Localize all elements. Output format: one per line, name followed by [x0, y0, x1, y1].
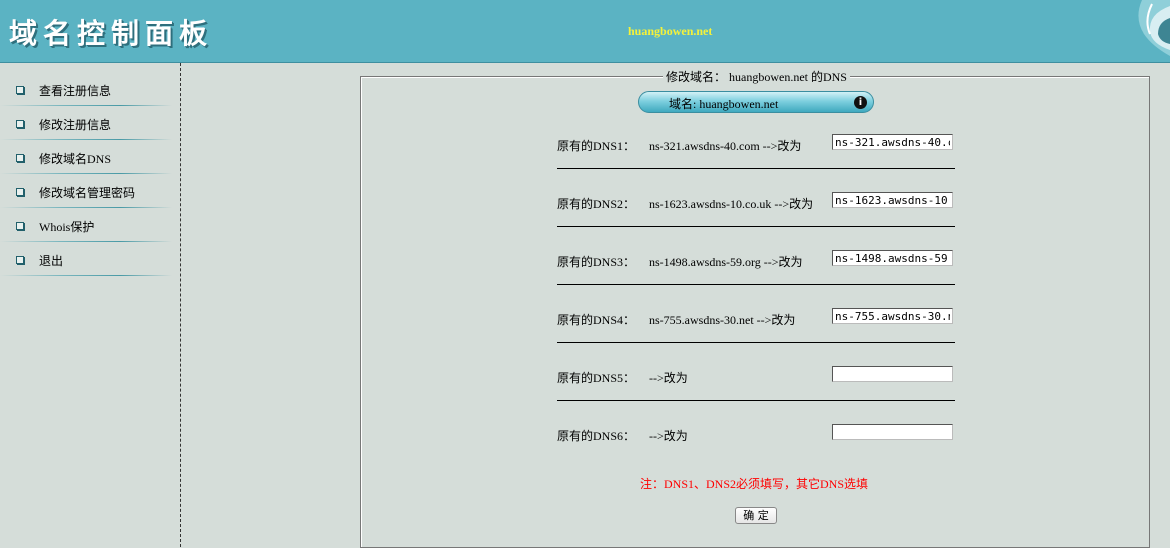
sidebar-item-label: 修改注册信息	[39, 118, 112, 132]
dns-old-value: ns-321.awsdns-40.com -->改为	[649, 139, 802, 153]
dns-old-value: -->改为	[649, 371, 688, 385]
sidebar-item-label: 查看注册信息	[39, 84, 112, 98]
dns-row-4: 原有的DNS4： ns-755.awsdns-30.net -->改为	[557, 308, 955, 369]
dns-label: 原有的DNS2：	[557, 197, 636, 211]
confirm-button[interactable]: 确 定	[735, 507, 777, 524]
square-bullet-icon	[16, 120, 24, 128]
dns-row-5: 原有的DNS5： -->改为	[557, 366, 955, 427]
dns-label: 原有的DNS1：	[557, 139, 636, 153]
dns1-input[interactable]	[832, 134, 953, 150]
square-bullet-icon	[16, 256, 24, 264]
dns4-input[interactable]	[832, 308, 953, 324]
domain-pill-label: 域名: huangbowen.net	[669, 97, 779, 111]
required-note: 注：DNS1、DNS2必须填写，其它DNS选填	[640, 477, 869, 491]
dns-label: 原有的DNS5：	[557, 371, 636, 385]
fieldset-legend: 修改域名： huangbowen.net 的DNS	[663, 68, 850, 85]
row-divider	[557, 226, 955, 227]
square-bullet-icon	[16, 86, 24, 94]
dns-old-value: -->改为	[649, 429, 688, 443]
dns-old-value: ns-1623.awsdns-10.co.uk -->改为	[649, 197, 814, 211]
dns-old-value: ns-1498.awsdns-59.org -->改为	[649, 255, 803, 269]
square-bullet-icon	[16, 154, 24, 162]
dns-row-1: 原有的DNS1： ns-321.awsdns-40.com -->改为	[557, 134, 955, 195]
sidebar-item-label: 退出	[39, 254, 64, 268]
row-divider	[557, 342, 955, 343]
row-divider	[557, 284, 955, 285]
info-icon[interactable]: i	[854, 96, 867, 109]
row-divider	[557, 168, 955, 169]
square-bullet-icon	[16, 188, 24, 196]
sidebar-item-view-registration[interactable]: 查看注册信息	[0, 72, 180, 106]
sidebar-item-edit-password[interactable]: 修改域名管理密码	[0, 174, 180, 208]
dns-old-value: ns-755.awsdns-30.net -->改为	[649, 313, 796, 327]
sidebar-menu: 查看注册信息 修改注册信息 修改域名DNS 修改域名管理密码 Whois保护 退…	[0, 63, 181, 547]
dns3-input[interactable]	[832, 250, 953, 266]
sidebar-item-label: Whois保护	[39, 220, 95, 234]
sidebar-item-edit-dns[interactable]: 修改域名DNS	[0, 140, 180, 174]
sidebar-item-label: 修改域名管理密码	[39, 186, 136, 200]
corner-decoration-icon	[1122, 0, 1170, 62]
header-banner: 域名控制面板 huangbowen.net	[0, 0, 1170, 63]
sidebar-item-whois-protection[interactable]: Whois保护	[0, 208, 180, 242]
dns6-input[interactable]	[832, 424, 953, 440]
dns-row-3: 原有的DNS3： ns-1498.awsdns-59.org -->改为	[557, 250, 955, 311]
dns-label: 原有的DNS6：	[557, 429, 636, 443]
app-logo-title: 域名控制面板	[9, 17, 214, 50]
sidebar-item-edit-registration[interactable]: 修改注册信息	[0, 106, 180, 140]
dns5-input[interactable]	[832, 366, 953, 382]
header-domain: huangbowen.net	[628, 24, 713, 38]
dns2-input[interactable]	[832, 192, 953, 208]
row-divider	[557, 400, 955, 401]
dns-label: 原有的DNS3：	[557, 255, 636, 269]
square-bullet-icon	[16, 222, 24, 230]
domain-pill: 域名: huangbowen.net i	[638, 91, 874, 113]
dns-row-2: 原有的DNS2： ns-1623.awsdns-10.co.uk -->改为	[557, 192, 955, 253]
sidebar-item-logout[interactable]: 退出	[0, 242, 180, 276]
sidebar-item-label: 修改域名DNS	[39, 152, 112, 166]
dns-label: 原有的DNS4：	[557, 313, 636, 327]
